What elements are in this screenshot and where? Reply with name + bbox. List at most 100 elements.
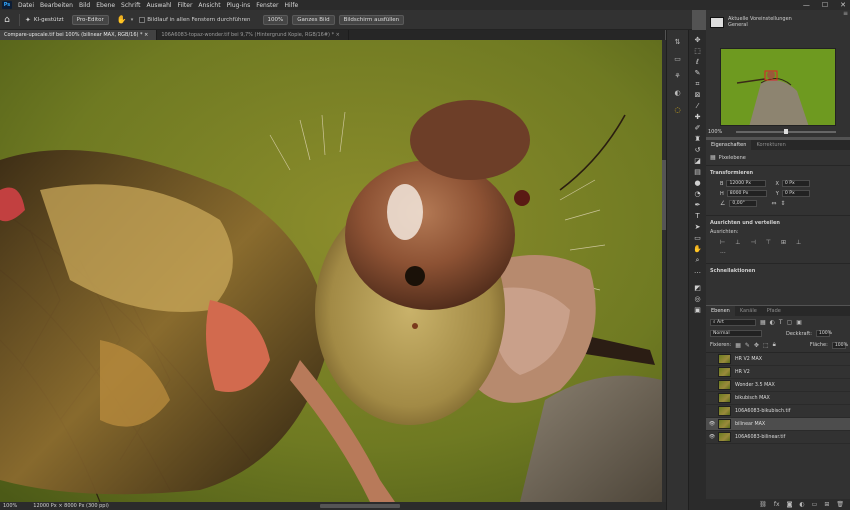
menu-schrift[interactable]: Schrift <box>118 2 143 9</box>
path-select-icon[interactable]: ➤ <box>693 223 703 231</box>
x-field[interactable]: 0 Px <box>781 180 810 187</box>
move-tool-icon[interactable]: ✥ <box>693 36 703 44</box>
panel-menu-icon[interactable]: ≡ <box>843 10 848 17</box>
gradient-tool-icon[interactable]: ▤ <box>693 168 703 176</box>
clone-stamp-icon[interactable]: ♜ <box>693 135 703 143</box>
brush-settings-icon[interactable]: ⚘ <box>673 72 683 81</box>
opacity-field[interactable]: 100% <box>815 330 832 337</box>
menu-plugins[interactable]: Plug-ins <box>224 2 254 9</box>
zoom-100-button[interactable]: 100% <box>262 14 289 25</box>
tab-layers[interactable]: Ebenen <box>706 306 735 316</box>
menu-filter[interactable]: Filter <box>175 2 196 9</box>
tab-paths[interactable]: Pfade <box>762 306 786 316</box>
eye-icon[interactable]: 👁︎ <box>706 421 718 427</box>
pen-tool-icon[interactable]: ✒ <box>693 201 703 209</box>
screen-mode-icon[interactable]: ▣ <box>693 306 703 314</box>
add-mask-icon[interactable]: ◙ <box>787 501 793 508</box>
navigator-slider-handle[interactable] <box>784 129 788 134</box>
brush-tool-icon[interactable]: ✐ <box>693 124 703 132</box>
layer-row[interactable]: HR V2 MAX <box>706 353 850 366</box>
layer-style-icon[interactable]: fx <box>774 501 780 508</box>
type-tool-icon[interactable]: T <box>693 212 703 220</box>
eraser-icon[interactable]: ◪ <box>693 157 703 165</box>
pro-editor-button[interactable]: Pro-Editor <box>71 14 109 25</box>
status-zoom[interactable]: 100% <box>3 503 17 509</box>
horizontal-scroll-thumb[interactable] <box>320 504 400 508</box>
menu-ebene[interactable]: Ebene <box>93 2 118 9</box>
y-field[interactable]: 0 Px <box>781 190 810 197</box>
color-swatches-icon[interactable]: ◩ <box>693 284 703 292</box>
close-icon[interactable]: × <box>144 32 148 38</box>
dodge-tool-icon[interactable]: ◔ <box>693 190 703 198</box>
lock-move-icon[interactable]: ✥ <box>754 342 759 349</box>
filter-adjust-icon[interactable]: ◐ <box>770 319 775 326</box>
menu-hilfe[interactable]: Hilfe <box>282 2 302 9</box>
flip-vertical-icon[interactable]: ⇕ <box>780 200 785 207</box>
healing-brush-icon[interactable]: ✚ <box>693 113 703 121</box>
layer-row[interactable]: HR V2 <box>706 366 850 379</box>
height-field[interactable]: 8000 Px <box>726 190 767 197</box>
tab-channels[interactable]: Kanäle <box>735 306 762 316</box>
layer-row[interactable]: 106A6083-bikubisch.tif <box>706 405 850 418</box>
menu-bild[interactable]: Bild <box>76 2 93 9</box>
new-group-icon[interactable]: ▭ <box>812 501 818 508</box>
menu-bearbeiten[interactable]: Bearbeiten <box>37 2 76 9</box>
menu-auswahl[interactable]: Auswahl <box>143 2 174 9</box>
align-top-icon[interactable]: ⊤ <box>766 239 771 246</box>
scroll-all-checkbox[interactable]: Bildlauf in allen Fenstern durchführen <box>139 16 251 23</box>
close-button[interactable]: ✕ <box>840 0 846 10</box>
fit-screen-button[interactable]: Ganzes Bild <box>292 14 335 25</box>
lasso-tool-icon[interactable]: ℓ <box>693 58 703 66</box>
home-icon[interactable]: ⌂ <box>0 15 14 25</box>
layer-row[interactable]: Wonder 3.5 MAX <box>706 379 850 392</box>
minimize-button[interactable]: — <box>803 0 810 10</box>
hand-tool-icon[interactable]: ✋ <box>693 245 703 253</box>
fill-screen-button[interactable]: Bildschirm ausfüllen <box>338 14 405 25</box>
close-icon[interactable]: × <box>336 32 340 38</box>
lock-paint-icon[interactable]: ✎ <box>745 342 750 349</box>
menu-datei[interactable]: Datei <box>15 2 37 9</box>
trash-icon[interactable]: 🗑︎ <box>836 501 844 508</box>
layer-row[interactable]: 👁︎ 106A6083-bilinear.tif <box>706 431 850 444</box>
hand-tool-icon[interactable]: ✋ <box>117 15 127 24</box>
quick-mask-icon[interactable]: ◎ <box>693 295 703 303</box>
tab-topaz-wonder[interactable]: 106A6083-topaz-wonder.tif bei 9,7% (Hint… <box>157 30 349 40</box>
tab-compare-upscale[interactable]: Compare-upscale.tif bei 100% (bilinear M… <box>0 30 158 40</box>
eye-icon[interactable]: 👁︎ <box>706 434 718 440</box>
tab-properties[interactable]: Eigenschaften <box>706 140 752 150</box>
filter-pixel-icon[interactable]: ▦ <box>760 319 766 326</box>
angle-field[interactable]: 0,00° <box>729 200 758 207</box>
width-field[interactable]: 12000 Px <box>726 180 767 187</box>
marquee-tool-icon[interactable]: ⬚ <box>693 47 703 55</box>
filter-type-icon[interactable]: T <box>779 319 783 326</box>
lock-pixels-icon[interactable]: ▦ <box>735 342 741 349</box>
blend-mode-select[interactable]: Normal <box>710 330 762 337</box>
history-snapshot-thumb[interactable] <box>710 16 724 28</box>
more-options-icon[interactable]: ··· <box>710 250 846 257</box>
fill-field[interactable]: 100% <box>831 341 848 349</box>
lock-all-icon[interactable]: 🔒︎ <box>773 341 776 349</box>
ai-assisted-label[interactable]: KI-gestützt <box>34 17 64 23</box>
navigator-preview[interactable] <box>720 48 836 126</box>
menu-ansicht[interactable]: Ansicht <box>195 2 223 9</box>
lock-artboard-icon[interactable]: ⬚ <box>763 342 769 349</box>
more-tools-icon[interactable]: … <box>693 267 703 275</box>
menu-fenster[interactable]: Fenster <box>253 2 281 9</box>
quick-select-icon[interactable]: ✎ <box>693 69 703 77</box>
link-layers-icon[interactable]: ⛓︎ <box>759 501 767 508</box>
align-hcenter-icon[interactable]: ⊥ <box>735 239 740 246</box>
align-left-icon[interactable]: ⊢ <box>720 239 725 246</box>
align-bottom-icon[interactable]: ⊥ <box>796 239 801 246</box>
adjustment-layer-icon[interactable]: ◐ <box>799 501 804 508</box>
align-vcenter-icon[interactable]: ⊞ <box>781 239 786 246</box>
history-panel-icon[interactable]: ⇅ <box>673 38 683 47</box>
layer-filter-select[interactable]: ⌕ Art <box>710 319 756 326</box>
history-brush-icon[interactable]: ↺ <box>693 146 703 154</box>
filter-shape-icon[interactable]: ▢ <box>787 319 793 326</box>
chevron-down-icon[interactable]: ▾ <box>131 17 134 23</box>
checkbox-box[interactable] <box>139 16 146 23</box>
rectangle-tool-icon[interactable]: ▭ <box>693 234 703 242</box>
navigator-panel-icon[interactable]: ▭ <box>673 55 683 64</box>
eyedropper-icon[interactable]: ⁄ <box>693 102 703 110</box>
navigator-zoom[interactable]: 100% <box>708 129 722 135</box>
